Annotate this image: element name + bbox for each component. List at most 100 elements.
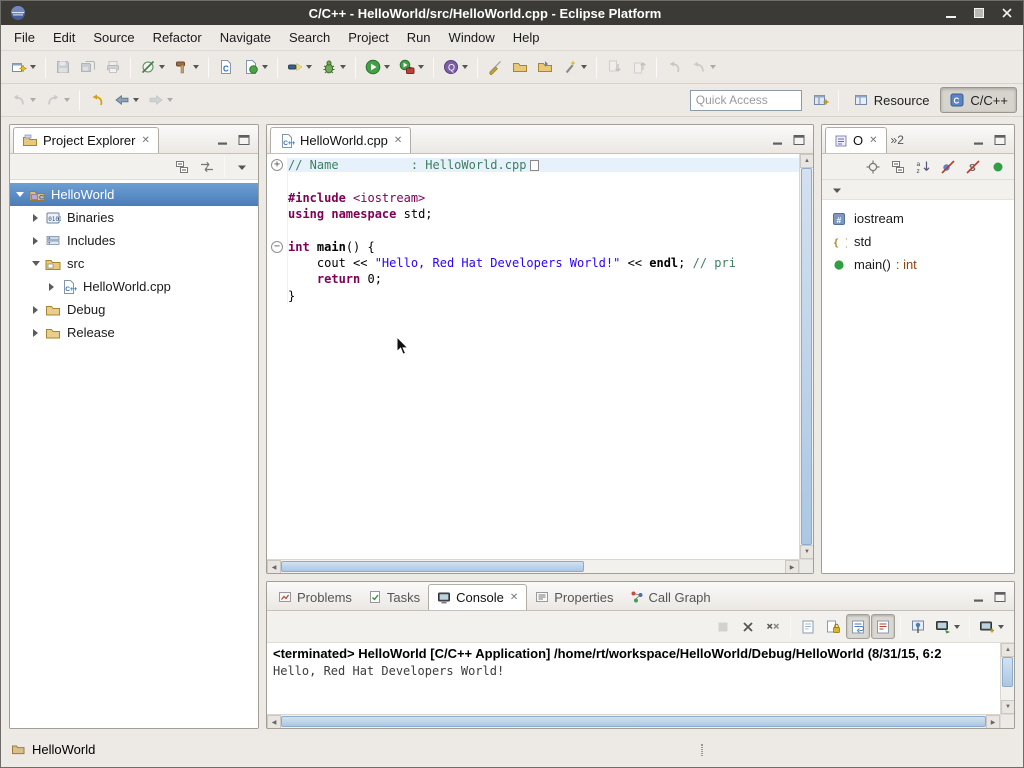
tab-problems[interactable]: Problems (270, 584, 360, 610)
minimize-view-button[interactable] (769, 130, 787, 150)
collapse-arrow-icon[interactable] (14, 192, 25, 197)
collapse-all-button[interactable] (886, 155, 910, 178)
quick-access-input[interactable] (690, 90, 802, 111)
open-console-button[interactable] (975, 614, 1008, 639)
pin-console-button[interactable] (906, 614, 930, 639)
fold-margin[interactable] (267, 173, 288, 189)
hide-non-public-members-button[interactable] (986, 155, 1010, 178)
toggle-mark-occurrences-button[interactable] (483, 55, 507, 80)
scroll-down-button[interactable]: ▼ (800, 545, 814, 559)
build-all-button[interactable] (170, 55, 203, 80)
expand-arrow-icon[interactable] (30, 214, 41, 222)
minimize-window-button[interactable] (943, 5, 959, 21)
menu-edit[interactable]: Edit (44, 27, 84, 48)
expand-arrow-icon[interactable] (46, 283, 57, 291)
scroll-right-button[interactable]: ▶ (785, 560, 799, 574)
fold-margin[interactable]: + (267, 157, 288, 173)
scroll-left-button[interactable]: ◀ (267, 560, 281, 574)
code-line[interactable] (267, 222, 799, 238)
code-line[interactable]: +// Name : HelloWorld.cpp (267, 157, 799, 173)
skip-all-breakpoints-button[interactable] (136, 55, 169, 80)
new-cpp-class-button[interactable] (239, 55, 272, 80)
code-line[interactable]: #include <iostream> (267, 190, 799, 206)
close-icon[interactable]: ✕ (394, 135, 402, 146)
open-perspective-button[interactable] (809, 88, 833, 113)
code-line[interactable]: return 0; (267, 271, 799, 287)
outline-item-std[interactable]: { }std (822, 230, 1014, 253)
scroll-up-button[interactable]: ▲ (1001, 643, 1014, 657)
menu-refactor[interactable]: Refactor (144, 27, 211, 48)
search-menu-button[interactable] (558, 55, 591, 80)
console-horizontal-scrollbar[interactable]: ◀ ▶ (267, 714, 1000, 728)
scroll-right-button[interactable]: ▶ (986, 715, 1000, 728)
open-type-button[interactable] (508, 55, 532, 80)
menu-file[interactable]: File (5, 27, 44, 48)
fold-margin[interactable] (267, 206, 288, 222)
clear-console-button[interactable] (796, 614, 820, 639)
open-resource-button[interactable] (533, 55, 557, 80)
menu-project[interactable]: Project (339, 27, 397, 48)
close-icon[interactable]: ✕ (869, 135, 877, 146)
fold-margin[interactable] (267, 271, 288, 287)
scrollbar-thumb[interactable] (281, 716, 986, 727)
collapse-all-button[interactable] (170, 155, 194, 178)
editor-vertical-scrollbar[interactable]: ▲ ▼ (799, 154, 813, 559)
tree-item-includes[interactable]: Includes (10, 229, 258, 252)
menu-navigate[interactable]: Navigate (211, 27, 280, 48)
minimize-view-button[interactable] (970, 130, 988, 150)
remove-all-launches-button[interactable] (761, 614, 785, 639)
tab-project-explorer[interactable]: Project Explorer ✕ (13, 127, 159, 153)
expand-arrow-icon[interactable] (30, 237, 41, 245)
tree-item-src[interactable]: src (10, 252, 258, 275)
code-line[interactable]: −int main() { (267, 238, 799, 254)
new-button[interactable] (7, 55, 40, 80)
tab-tasks[interactable]: Tasks (360, 584, 428, 610)
console-vertical-scrollbar[interactable]: ▲ ▼ (1000, 643, 1014, 714)
hide-fields-button[interactable] (936, 155, 960, 178)
code-line[interactable]: } (267, 287, 799, 303)
console-view[interactable]: <terminated> HelloWorld [C/C++ Applicati… (267, 643, 1014, 728)
fold-margin[interactable] (267, 255, 288, 271)
maximize-view-button[interactable] (991, 130, 1009, 150)
expand-arrow-icon[interactable] (30, 329, 41, 337)
outline-item-main[interactable]: main() : int (822, 253, 1014, 276)
perspective-c-c-button[interactable]: CC/C++ (940, 87, 1017, 113)
back-button[interactable] (110, 88, 143, 113)
display-selected-console-button[interactable] (931, 614, 964, 639)
code-line[interactable]: using namespace std; (267, 206, 799, 222)
close-icon[interactable]: ✕ (141, 135, 149, 146)
menu-source[interactable]: Source (84, 27, 143, 48)
profile-button[interactable]: Q (439, 55, 472, 80)
fold-margin[interactable] (267, 287, 288, 303)
tree-item-binaries[interactable]: 0101Binaries (10, 206, 258, 229)
menu-window[interactable]: Window (440, 27, 504, 48)
tree-item-debug[interactable]: Debug (10, 298, 258, 321)
menu-search[interactable]: Search (280, 27, 339, 48)
close-window-button[interactable] (999, 5, 1015, 21)
scrollbar-thumb[interactable] (801, 168, 812, 545)
fold-margin[interactable]: − (267, 238, 288, 254)
new-cpp-source-file-button[interactable]: C (214, 55, 238, 80)
expand-arrow-icon[interactable] (30, 306, 41, 314)
tab-properties[interactable]: Properties (527, 584, 621, 610)
outline-item-iostream[interactable]: #iostream (822, 207, 1014, 230)
collapsed-region-marker[interactable] (530, 160, 539, 171)
focus-button[interactable] (861, 155, 885, 178)
tree-item-helloworld-cpp[interactable]: C++HelloWorld.cpp (10, 275, 258, 298)
show-console-on-output-button[interactable] (871, 614, 895, 639)
scroll-down-button[interactable]: ▼ (1001, 700, 1014, 714)
run-button[interactable] (361, 55, 394, 80)
code-line[interactable]: cout << "Hello, Red Hat Developers World… (267, 255, 799, 271)
scroll-up-button[interactable]: ▲ (800, 154, 814, 168)
code-editor[interactable]: +// Name : HelloWorld.cpp #include <iostr… (267, 154, 813, 573)
maximize-view-button[interactable] (235, 130, 253, 150)
view-menu-button[interactable] (825, 177, 849, 202)
fold-plus-icon[interactable]: + (271, 159, 283, 171)
fold-margin[interactable] (267, 190, 288, 206)
menu-run[interactable]: Run (398, 27, 440, 48)
perspective-resource-button[interactable]: Resource (844, 87, 939, 113)
tab-outline[interactable]: O ✕ (825, 127, 887, 153)
maximize-view-button[interactable] (790, 130, 808, 150)
status-splitter[interactable] (701, 744, 703, 756)
remove-launch-button[interactable] (736, 614, 760, 639)
